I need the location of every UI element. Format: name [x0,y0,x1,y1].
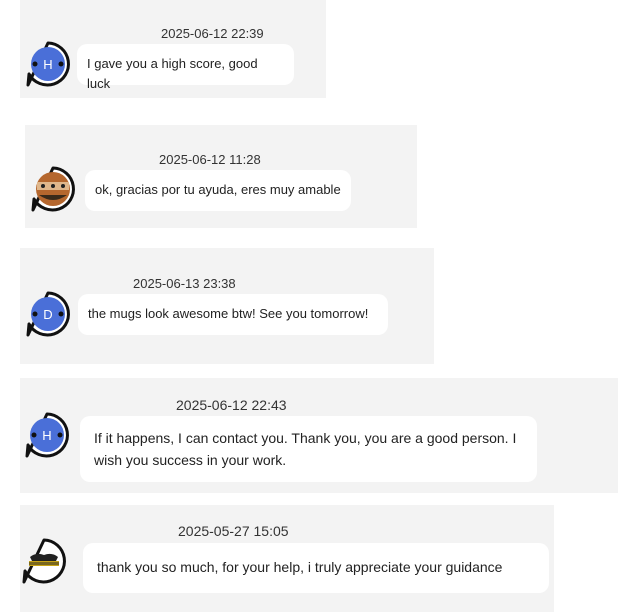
message-card: 2025-06-12 22:43 H If it happens, I can … [20,378,618,493]
message-card: 2025-05-27 15:05 thank you so much, for … [20,505,554,612]
message-card: 2025-06-12 22:39 H I gave you a high sco… [20,0,326,98]
svg-text:D: D [43,307,52,322]
message-timestamp: 2025-06-13 23:38 [133,276,236,291]
avatar[interactable] [20,537,68,585]
letter-avatar-icon: D [26,291,70,337]
avatar[interactable]: H [24,40,72,88]
svg-text:H: H [43,57,52,72]
avatar[interactable]: D [24,290,72,338]
message-card: 2025-06-13 23:38 D the mugs look awesome… [20,248,434,364]
message-timestamp: 2025-05-27 15:05 [178,523,289,539]
message-timestamp: 2025-06-12 22:39 [161,26,264,41]
brand-logo-icon [22,538,66,584]
message-bubble: I gave you a high score, good luck [77,44,294,91]
message-timestamp: 2025-06-12 22:43 [176,397,287,413]
svg-text:H: H [42,428,51,443]
message-bubble: ok, gracias por tu ayuda, eres muy amabl… [85,170,351,211]
message-timestamp: 2025-06-12 11:28 [159,152,261,167]
letter-avatar-icon: H [25,412,69,458]
message-card: 2025-06-12 11:28 ok, gracias por tu ayud… [25,125,417,228]
user-photo-icon [31,166,75,212]
message-bubble: thank you so much, for your help, i trul… [83,543,549,593]
message-bubble: If it happens, I can contact you. Thank … [80,416,537,482]
letter-avatar-icon: H [26,41,70,87]
avatar[interactable] [29,165,77,213]
avatar[interactable]: H [23,411,71,459]
message-bubble: the mugs look awesome btw! See you tomor… [78,294,388,335]
